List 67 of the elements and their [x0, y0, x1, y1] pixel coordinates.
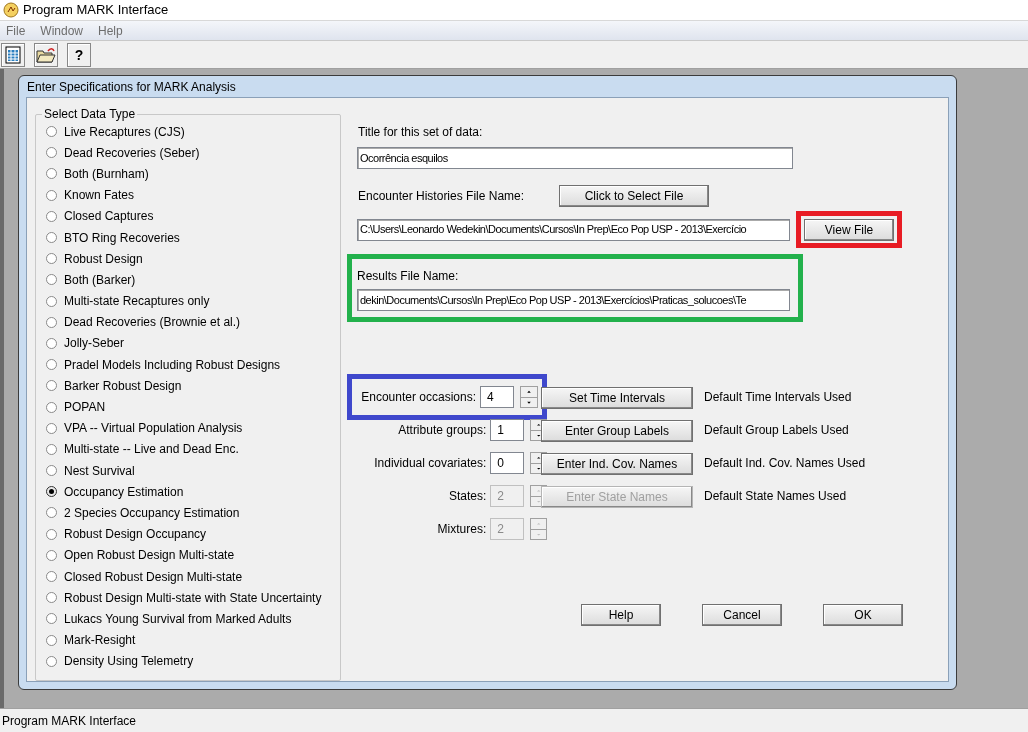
count-label: States:: [447, 488, 487, 505]
open-folder-icon: [36, 46, 56, 63]
data-type-radio[interactable]: Occupancy Estimation: [46, 481, 340, 503]
count-label: Individual covariates:: [373, 455, 487, 472]
dialog-title: Enter Specifications for MARK Analysis: [27, 78, 236, 96]
count-input[interactable]: 1: [490, 419, 524, 441]
count-label: Encounter occasions:: [361, 389, 476, 406]
data-type-radio[interactable]: Multi-state Recaptures only: [46, 290, 340, 312]
histories-file-input[interactable]: C:\Users\Leonardo Wedekin\Documents\Cursos\In Prep\Eco Pop USP - 2013\Exercício: [357, 218, 790, 241]
dialog-button[interactable]: Cancel: [702, 604, 782, 626]
data-type-radio[interactable]: Dead Recoveries (Seber): [46, 142, 340, 164]
help-glyph: ?: [74, 47, 84, 62]
data-type-radio[interactable]: Multi-state -- Live and Dead Enc.: [46, 438, 340, 460]
toolbar-button[interactable]: [34, 42, 58, 67]
dialog-button[interactable]: Help: [581, 604, 661, 626]
data-type-radio[interactable]: Jolly-Seber: [46, 332, 340, 355]
status-text: Default State Names Used: [704, 488, 847, 505]
status-text: Default Ind. Cov. Names Used: [704, 455, 866, 472]
view-file-button[interactable]: View File: [804, 218, 894, 241]
menu-item[interactable]: File: [6, 21, 26, 40]
data-type-radio[interactable]: Nest Survival: [46, 460, 340, 482]
count-input[interactable]: 4: [480, 386, 514, 408]
title-input[interactable]: Ocorrência esquilos: [357, 147, 793, 169]
count-action-button[interactable]: Set Time Intervals: [541, 387, 693, 409]
data-type-radio[interactable]: Lukacs Young Survival from Marked Adults: [46, 608, 340, 630]
app-title: Program MARK Interface: [23, 1, 169, 20]
status-text: Default Group Labels Used: [704, 422, 849, 439]
count-label: Mixtures:: [436, 521, 487, 538]
data-type-radio[interactable]: Both (Burnham): [46, 163, 340, 185]
status-text: Default Time Intervals Used: [704, 389, 852, 406]
toolbar-button[interactable]: ?: [67, 42, 91, 67]
data-type-radio[interactable]: Pradel Models Including Robust Designs: [46, 354, 340, 376]
app-logo-icon: [3, 2, 19, 18]
data-type-radio[interactable]: VPA -- Virtual Population Analysis: [46, 417, 340, 439]
data-type-radio[interactable]: Dead Recoveries (Brownie et al.): [46, 311, 340, 333]
count-action-button[interactable]: Enter Ind. Cov. Names: [541, 453, 693, 475]
spreadsheet-icon: [5, 45, 21, 64]
count-action-button[interactable]: Enter Group Labels: [541, 420, 693, 442]
results-file-input[interactable]: dekin\Documents\Cursos\In Prep\Eco Pop USP - 2013\Exercícios\Praticas_solucoes\Te: [357, 289, 790, 311]
data-type-radio[interactable]: Closed Robust Design Multi-state: [46, 565, 340, 588]
spin-buttons[interactable]: [520, 386, 538, 408]
data-type-radio[interactable]: Mark-Resight: [46, 629, 340, 651]
data-type-radio[interactable]: 2 Species Occupancy Estimation: [46, 502, 340, 524]
count-input[interactable]: 0: [490, 452, 524, 474]
select-file-button[interactable]: Click to Select File: [559, 185, 709, 207]
count-label: Attribute groups:: [397, 422, 487, 439]
menu-item[interactable]: Help: [98, 21, 123, 40]
data-type-radio[interactable]: Both (Barker): [46, 269, 340, 291]
data-type-radio[interactable]: Known Fates: [46, 184, 340, 206]
data-type-radio[interactable]: Robust Design: [46, 248, 340, 270]
field-label: Title for this set of data:: [358, 124, 484, 141]
data-type-radio[interactable]: Density Using Telemetry: [46, 650, 340, 672]
dialog-button[interactable]: OK: [823, 604, 903, 626]
data-type-radio[interactable]: Live Recaptures (CJS): [46, 121, 340, 143]
data-type-radio[interactable]: Barker Robust Design: [46, 375, 340, 397]
data-type-radio[interactable]: Closed Captures: [46, 205, 340, 227]
data-type-radio[interactable]: BTO Ring Recoveries: [46, 226, 340, 249]
toolbar-button[interactable]: [1, 42, 25, 67]
group-legend: Select Data Type: [42, 107, 138, 121]
data-type-radio[interactable]: Robust Design Occupancy: [46, 523, 340, 545]
data-type-radio[interactable]: Robust Design Multi-state with State Uncertainty: [46, 587, 340, 609]
data-type-radio[interactable]: POPAN: [46, 396, 340, 418]
status-bar-text: Program MARK Interface: [2, 712, 137, 730]
field-label: Results File Name:: [357, 268, 460, 285]
field-label: Encounter Histories File Name:: [358, 188, 526, 205]
data-type-radio[interactable]: Open Robust Design Multi-state: [46, 544, 340, 566]
menu-item[interactable]: Window: [40, 21, 84, 40]
